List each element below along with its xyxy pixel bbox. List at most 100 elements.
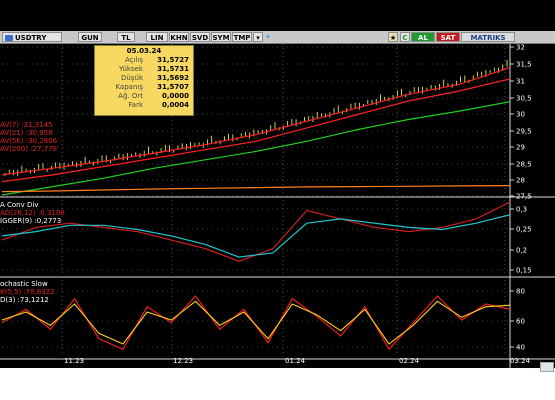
info-date: 05.03.24: [126, 47, 162, 55]
pin-icon[interactable]: ★: [388, 32, 398, 42]
y-tick-label: 29,5: [516, 128, 532, 136]
y-tick-label: 60: [516, 318, 525, 326]
template-button[interactable]: TMP: [232, 32, 252, 42]
y-tick-label: 29: [516, 144, 525, 152]
scale-linear-button[interactable]: LIN: [146, 32, 168, 42]
legend-name: AV(200): [0, 145, 28, 153]
legend-value: :30,958: [25, 129, 53, 137]
legend-name: AV(21): [0, 129, 24, 137]
refresh-button[interactable]: C: [400, 32, 410, 42]
stochastic-legend: ochastic Slow K(5,5) :70,8322 D(3) :73,1…: [0, 280, 55, 304]
legend-name: D(3): [0, 296, 16, 304]
stoch-title: ochastic Slow: [0, 280, 48, 288]
window-corner-icon[interactable]: [540, 362, 554, 372]
legend-trigger: IGGER(9) :0,2773: [0, 217, 65, 225]
x-tick-label: 02.24: [399, 357, 420, 365]
currency-tl-button[interactable]: TL: [117, 32, 135, 42]
ma-line: [1, 66, 511, 176]
info-label: Kapanış: [115, 83, 143, 91]
info-value: 31,5707: [157, 83, 189, 91]
legend-ma56: AV(56) :30,2806: [0, 137, 57, 145]
y-tick-label: 0,25: [516, 226, 532, 234]
y-tick-label: 28,5: [516, 161, 532, 169]
y-tick-label: 30: [516, 111, 525, 119]
sell-button[interactable]: SAT: [436, 32, 460, 42]
buy-button[interactable]: AL: [411, 32, 435, 42]
y-tick-label: 0,3: [516, 206, 527, 214]
khn-button[interactable]: KHN: [169, 32, 189, 42]
legend-stoch-k: K(5,5) :70,8322: [0, 288, 55, 296]
legend-value: :31,3145: [21, 121, 53, 129]
y-tick-label: 40: [516, 344, 525, 352]
legend-value: :27,778: [30, 145, 58, 153]
legend-name: AV(56): [0, 137, 24, 145]
x-tick-label: 11.23: [64, 357, 85, 365]
svd-button[interactable]: SVD: [190, 32, 210, 42]
series-lines: [1, 66, 511, 351]
info-row-high: Yüksek 31,5731: [95, 65, 193, 74]
macd-legend: A Conv Div AD(26,12) :0,3108 IGGER(9) :0…: [0, 201, 65, 225]
symbol-label: USDTRY: [15, 34, 47, 42]
symbol-selector[interactable]: USDTRY: [2, 32, 62, 42]
info-row-wavg: Ağ. Ort 0,0000: [95, 92, 193, 101]
grid: [0, 44, 555, 368]
info-label: Ağ. Ort: [118, 92, 143, 100]
twitter-icon[interactable]: ✦: [265, 32, 275, 42]
legend-name: K(5,5): [0, 288, 22, 296]
period-day-button[interactable]: GUN: [78, 32, 102, 42]
y-tick-label: 28: [516, 177, 525, 185]
legend-macd: AD(26,12) :0,3108: [0, 209, 65, 217]
chart-toolbar: USDTRY GUN TL LIN KHN SVD SYM TMP ▾ ✦ ★ …: [0, 31, 555, 44]
y-tick-label: 31: [516, 78, 525, 86]
legend-ma21: AV(21) :30,958: [0, 129, 57, 137]
y-tick-label: 31,5: [516, 61, 532, 69]
legend-ma7: AV(7) :31,3145: [0, 121, 57, 129]
info-label: Fark: [128, 101, 143, 109]
stoch-d-line: [1, 300, 511, 345]
macd-line: [1, 201, 511, 262]
ma-line: [1, 185, 511, 193]
info-value: 31,5692: [157, 74, 189, 82]
y-tick-label: 0,15: [516, 267, 532, 275]
legend-ma200: AV(200) :27,778: [0, 145, 57, 153]
info-row-diff: Fark 0,0004: [95, 101, 193, 110]
x-tick-label: 12.23: [173, 357, 194, 365]
legend-value: :0,3108: [37, 209, 65, 217]
chart-panels: 32 31,5 31 30,5 30 29,5 29 28,5 28 27,5 0,3 0,25 0,2…: [0, 44, 555, 368]
stoch-k-line: [1, 295, 511, 351]
info-value: 0,0000: [161, 92, 189, 100]
y-axes: 32 31,5 31 30,5 30 29,5 29 28,5 28 27,5 0,3 0,25 0,2…: [510, 44, 532, 352]
candles: [4, 59, 508, 176]
chart-canvas[interactable]: 32 31,5 31 30,5 30 29,5 29 28,5 28 27,5 0,3 0,25 0,2…: [0, 44, 555, 368]
info-value: 0,0004: [161, 101, 189, 109]
y-tick-label: 0,2: [516, 247, 527, 255]
page-background: [0, 368, 555, 400]
x-tick-label: 03.24: [510, 357, 531, 365]
legend-value: :70,8322: [23, 288, 55, 296]
macd-title: A Conv Div: [0, 201, 39, 209]
legend-value: :0,2773: [34, 217, 62, 225]
sym-button[interactable]: SYM: [211, 32, 231, 42]
info-row-open: Açılış 31,5727: [95, 56, 193, 65]
legend-name: IGGER(9): [0, 217, 33, 225]
info-label: Açılış: [125, 56, 143, 64]
legend-stoch-d: D(3) :73,1212: [0, 296, 55, 304]
y-tick-label: 30,5: [516, 95, 532, 103]
info-value: 31,5727: [157, 56, 189, 64]
info-row-close: Kapanış 31,5707: [95, 83, 193, 92]
chart-window: USDTRY GUN TL LIN KHN SVD SYM TMP ▾ ✦ ★ …: [0, 0, 555, 368]
ma-line: [1, 78, 511, 183]
ma-line: [1, 101, 511, 196]
legend-name: AV(7): [0, 121, 20, 129]
matriks-logo-button[interactable]: MATRIKS: [461, 32, 515, 42]
y-tick-label: 27,5: [516, 193, 532, 201]
legend-value: :73,1212: [17, 296, 49, 304]
y-tick-label: 32: [516, 44, 525, 52]
price-legend: AV(7) :31,3145 AV(21) :30,958 AV(56) :30…: [0, 121, 57, 153]
symbol-icon: [5, 35, 13, 41]
signal-line: [1, 214, 511, 258]
info-label: Yüksek: [119, 65, 143, 73]
y-tick-label: 80: [516, 288, 525, 296]
chevron-down-icon[interactable]: ▾: [253, 32, 263, 42]
legend-value: :30,2806: [25, 137, 58, 145]
